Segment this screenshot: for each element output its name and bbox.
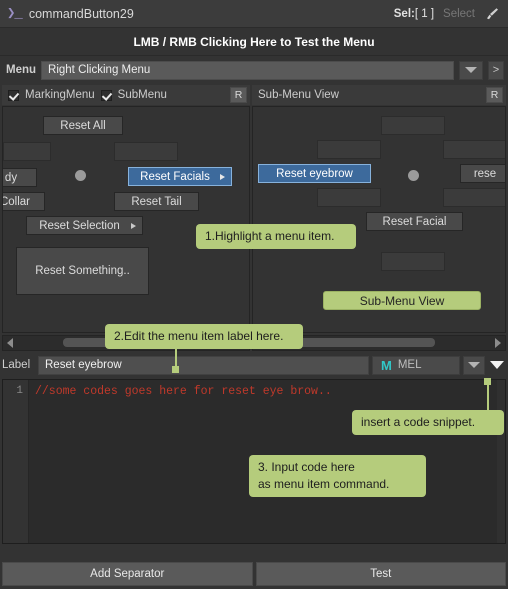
- menu-item[interactable]: rese: [460, 164, 505, 183]
- annotation-callout: 2.Edit the menu item label here.: [105, 324, 303, 349]
- callout-leader-dot: [172, 366, 179, 373]
- menu-item-empty[interactable]: [443, 140, 505, 159]
- label-field-label: Label: [2, 359, 31, 371]
- label-edit-row: Label Reset eyebrow M MEL: [0, 354, 508, 376]
- menu-item-label: Reset Selection: [39, 219, 120, 232]
- menu-selector-row: Menu Right Clicking Menu >: [0, 58, 508, 82]
- selection-count-label: Sel:[ 1 ]: [393, 7, 435, 20]
- menu-item[interactable]: Collar: [2, 192, 45, 211]
- mel-icon: M: [381, 357, 392, 373]
- menu-label: Menu: [6, 64, 37, 76]
- submenu-view-title: Sub-Menu View: [258, 89, 339, 101]
- line-number: 1: [16, 385, 23, 397]
- menu-item-empty[interactable]: [114, 142, 178, 161]
- chevron-down-icon: [468, 362, 480, 368]
- right-panel-header: Sub-Menu View R: [252, 85, 506, 105]
- language-dropdown-button[interactable]: [463, 355, 485, 375]
- submenu-view-panel[interactable]: Reset eyebrow rese Reset Facial Sub-Menu Vi…: [252, 106, 506, 333]
- submenu-checkbox[interactable]: [100, 89, 112, 101]
- chevron-down-icon: [465, 67, 477, 73]
- menu-item-empty[interactable]: [317, 140, 381, 159]
- menu-item-label: Reset Facials: [140, 170, 210, 183]
- test-button[interactable]: Test: [255, 562, 506, 586]
- menu-item-label: Reset All: [60, 119, 106, 132]
- menu-item-label: dy: [4, 171, 18, 184]
- menu-item-empty[interactable]: [381, 116, 445, 135]
- banner-text: LMB / RMB Clicking Here to Test the Menu: [133, 34, 375, 49]
- menu-item-empty[interactable]: [3, 142, 51, 161]
- menu-item-empty[interactable]: [381, 252, 445, 271]
- menu-preview-panels: Reset All dy Reset Facials Collar Reset Tail…: [0, 106, 508, 333]
- markingmenu-checkbox[interactable]: [8, 89, 19, 101]
- menu-item-empty[interactable]: [317, 188, 381, 207]
- menu-item[interactable]: Reset Tail: [114, 192, 199, 211]
- select-button[interactable]: Select: [443, 8, 475, 20]
- menu-item[interactable]: Reset All: [43, 116, 123, 135]
- menu-item[interactable]: Reset Something..: [16, 247, 149, 295]
- annotation-callout: 3. Input code here as menu item command.: [249, 455, 426, 497]
- annotation-callout: 1.Highlight a menu item.: [196, 224, 356, 249]
- command-prompt-icon: ❯_: [7, 6, 23, 22]
- bottom-button-row: Add Separator Test: [2, 562, 506, 586]
- test-menu-banner[interactable]: LMB / RMB Clicking Here to Test the Menu: [0, 28, 508, 56]
- menu-item-empty[interactable]: [443, 188, 505, 207]
- code-line-1: //some codes goes here for reset eye bro…: [35, 385, 332, 398]
- callout-leader-dot: [484, 378, 491, 385]
- menu-dropdown-button[interactable]: [459, 60, 483, 80]
- left-reset-button[interactable]: R: [230, 87, 247, 103]
- annotation-callout: insert a code snippet.: [352, 410, 504, 435]
- editor-vertical-scrollbar[interactable]: [497, 380, 505, 543]
- radial-center-dot: [75, 170, 86, 181]
- menu-item-label: Reset Tail: [131, 195, 182, 208]
- chevron-down-icon: [490, 361, 504, 369]
- menu-item-label: Collar: [2, 195, 31, 208]
- marking-menu-panel[interactable]: Reset All dy Reset Facials Collar Reset Tail…: [2, 106, 250, 333]
- menu-item-label: Reset Something..: [35, 265, 130, 277]
- panel-headers: MarkingMenu SubMenu R Sub-Menu View R: [0, 85, 508, 105]
- language-indicator[interactable]: M MEL: [372, 355, 460, 375]
- menu-item-label: Reset Facial: [382, 215, 447, 228]
- menu-expand-button[interactable]: >: [488, 60, 504, 80]
- menu-item[interactable]: Sub-Menu View: [323, 291, 481, 310]
- markingmenu-label: MarkingMenu: [25, 89, 95, 101]
- window-title: commandButton29: [28, 6, 134, 21]
- menu-item[interactable]: dy: [3, 168, 37, 187]
- right-reset-button[interactable]: R: [486, 87, 503, 103]
- radial-center-dot: [408, 170, 419, 181]
- menu-name-input[interactable]: Right Clicking Menu: [41, 60, 454, 80]
- menu-item-label: Sub-Menu View: [359, 293, 445, 308]
- left-panel-header: MarkingMenu SubMenu R: [2, 85, 250, 105]
- menu-item[interactable]: Reset Facial: [366, 212, 463, 231]
- label-input[interactable]: Reset eyebrow: [38, 355, 369, 375]
- scroll-right-arrow-icon[interactable]: [491, 338, 505, 348]
- window-titlebar: ❯_ commandButton29 Sel:[ 1 ] Select: [0, 0, 508, 28]
- menu-item-label: Reset eyebrow: [276, 167, 353, 180]
- label-input-value: Reset eyebrow: [45, 359, 122, 371]
- mel-label: MEL: [397, 359, 422, 371]
- menu-name-value: Right Clicking Menu: [48, 64, 151, 76]
- menu-item-label: rese: [473, 167, 497, 180]
- titlebar-right-group: Sel:[ 1 ] Select: [394, 6, 500, 22]
- editor-gutter: 1: [3, 380, 29, 543]
- scroll-left-arrow-icon[interactable]: [3, 338, 17, 348]
- add-separator-button[interactable]: Add Separator: [2, 562, 253, 586]
- submenu-label: SubMenu: [117, 89, 167, 101]
- brush-icon[interactable]: [484, 6, 500, 22]
- menu-item[interactable]: Reset Selection: [26, 216, 143, 235]
- menu-item[interactable]: Reset Facials: [128, 167, 232, 186]
- brush-icon-svg: [487, 7, 498, 19]
- menu-item[interactable]: Reset eyebrow: [258, 164, 371, 183]
- snippet-dropdown-button[interactable]: [488, 361, 506, 369]
